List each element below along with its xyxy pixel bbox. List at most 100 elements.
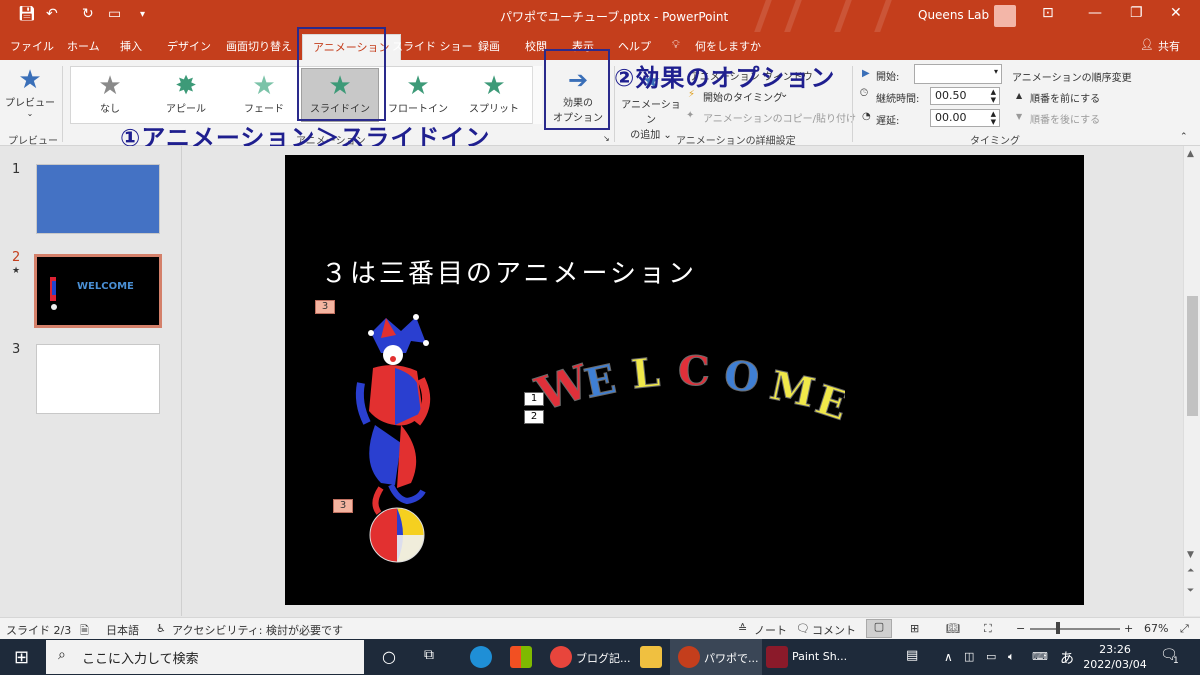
anim-fade[interactable]: ★ フェード [236, 72, 292, 115]
move-earlier-button[interactable]: 順番を前にする [1030, 90, 1100, 105]
redo-icon[interactable]: ↻ [82, 6, 94, 22]
meet-now-icon[interactable]: ◫ [964, 650, 974, 663]
scroll-down-icon[interactable]: ▼ [1187, 550, 1194, 560]
tab-slideshow[interactable]: スライド ショー [392, 38, 473, 54]
windows-taskbar: ⊞ ⌕ ここに入力して検索 ○ ⧉ ブログ記... パワポで... Paint … [0, 639, 1200, 675]
cortana-icon[interactable]: ○ [382, 647, 396, 666]
move-later-button[interactable]: 順番を後にする [1030, 111, 1100, 126]
thumbnail-slide-3[interactable] [36, 344, 160, 414]
tab-transitions[interactable]: 画面切り替え [226, 38, 292, 54]
fit-slide-icon[interactable]: ⤢ [1180, 622, 1189, 636]
thumbnail-slide-1[interactable] [36, 164, 160, 234]
customize-qat-icon[interactable]: ▾ [140, 9, 145, 20]
start-icon: ▶ [862, 68, 870, 79]
slideshow-icon[interactable]: ⛶ [984, 622, 992, 636]
duration-input[interactable]: 00.50 ▲ ▼ [930, 87, 1000, 105]
vertical-scrollbar[interactable]: ▲ ▼ ⏶ ⏷ [1183, 146, 1200, 616]
share-icon[interactable]: 👤︎ [1140, 38, 1154, 51]
normal-view-icon[interactable]: ▢ [866, 619, 892, 638]
battery-icon[interactable]: ▭ [986, 650, 996, 663]
present-icon[interactable]: ▭ [108, 6, 121, 22]
file-explorer-icon[interactable] [640, 646, 662, 668]
slide-title[interactable]: ３は三番目のアニメーション [321, 253, 697, 290]
slide-sorter-icon[interactable]: ⊞ [910, 622, 919, 635]
powerpoint-task-label[interactable]: パワポで... [704, 650, 759, 666]
task-view-icon[interactable]: ⧉ [424, 647, 434, 663]
chrome-task-label[interactable]: ブログ記... [576, 650, 631, 666]
start-select[interactable]: ▾ [914, 64, 1002, 84]
share-button[interactable]: 共有 [1158, 38, 1180, 54]
taskbar-search-box[interactable]: ⌕ ここに入力して検索 [46, 640, 364, 674]
powerpoint-icon[interactable] [678, 646, 700, 668]
anim-appear[interactable]: ✸ アピール [158, 72, 214, 115]
preview-button[interactable]: ★ プレビュー ⌄ [4, 66, 56, 118]
delay-icon: ◔ [862, 111, 871, 122]
zoom-slider[interactable] [1030, 628, 1120, 630]
tab-home[interactable]: ホーム [67, 38, 100, 54]
slide-canvas[interactable]: ３は三番目のアニメーション 3 3 1 2 WELCOME [285, 155, 1084, 605]
dialog-launcher-icon[interactable]: ↘ [603, 134, 610, 143]
store-icon[interactable] [510, 646, 532, 668]
animation-painter-button[interactable]: アニメーションのコピー/貼り付け [703, 110, 856, 125]
welcome-wordart[interactable]: WE L C O ME [525, 345, 845, 435]
animation-tag-ball[interactable]: 3 [333, 499, 353, 513]
anim-split[interactable]: ★ スプリット [466, 72, 522, 115]
news-widget-icon[interactable]: ▤ [906, 648, 918, 663]
avatar[interactable] [994, 5, 1016, 27]
collapse-ribbon-icon[interactable]: ⌃ [1180, 132, 1188, 142]
tab-design[interactable]: デザイン [167, 38, 211, 54]
animation-tag-jester[interactable]: 3 [315, 300, 335, 314]
timing-group-label: タイミング [970, 136, 1020, 147]
maximize-icon[interactable]: ❐ [1130, 5, 1143, 21]
save-icon[interactable]: 💾︎ [18, 6, 36, 22]
paintshop-icon[interactable] [766, 646, 788, 668]
edge-icon[interactable] [470, 646, 492, 668]
prev-slide-icon[interactable]: ⏶ [1187, 566, 1194, 576]
chrome-icon[interactable] [550, 646, 572, 668]
clock-icon: 🕒︎ [860, 88, 868, 99]
zoom-level[interactable]: 67% [1144, 622, 1168, 635]
paintshop-task-label[interactable]: Paint Sh... [792, 650, 847, 663]
anim-none[interactable]: ★ なし [82, 72, 138, 115]
thumb-number-2: 2 [12, 250, 21, 265]
reading-view-icon[interactable]: 📖︎ [946, 622, 960, 635]
ribbon-display-icon[interactable]: ⊡ [1042, 5, 1054, 21]
tab-file[interactable]: ファイル [10, 38, 54, 54]
notification-count: 1 [1173, 656, 1179, 666]
tab-record[interactable]: 録画 [478, 38, 500, 54]
scroll-thumb[interactable] [1187, 296, 1198, 416]
undo-icon[interactable]: ↶ [46, 6, 58, 22]
thumb2-preview: WELCOME [50, 277, 134, 310]
thumbnail-slide-2[interactable]: WELCOME [34, 254, 162, 328]
move-later-icon: ▼ [1016, 112, 1023, 121]
minimize-icon[interactable]: — [1088, 5, 1102, 21]
language-status[interactable]: 日本語 [106, 622, 139, 638]
tab-insert[interactable]: 挿入 [120, 38, 142, 54]
system-clock[interactable]: 23:26 2022/03/04 [1080, 642, 1150, 672]
zoom-in-icon[interactable]: + [1124, 622, 1133, 635]
close-icon[interactable]: ✕ [1170, 5, 1182, 21]
zoom-slider-thumb[interactable] [1056, 622, 1060, 634]
user-name[interactable]: Queens Lab [918, 8, 989, 22]
anim-float-in[interactable]: ★ フロートイン [388, 72, 448, 115]
beach-ball-image[interactable] [367, 505, 427, 565]
scroll-up-icon[interactable]: ▲ [1187, 149, 1194, 159]
ime-indicator[interactable]: あ [1060, 648, 1074, 668]
zoom-out-icon[interactable]: − [1016, 622, 1025, 635]
gallery-scroll[interactable] [532, 66, 542, 124]
svg-text:WELCOME: WELCOME [77, 281, 134, 292]
keyboard-icon[interactable]: ⌨︎ [1032, 650, 1048, 663]
volume-icon[interactable]: 🔈︎ [1008, 650, 1015, 664]
annotation-box-slide-in [297, 27, 386, 121]
delay-input[interactable]: 00.00 ▲ ▼ [930, 109, 1000, 127]
tell-me-search[interactable]: 何をしますか [695, 38, 761, 54]
notes-button[interactable]: ノート [754, 622, 787, 638]
star-fade-icon: ★ [252, 71, 276, 101]
windows-start-icon[interactable]: ⊞ [14, 647, 29, 668]
tab-help[interactable]: ヘルプ [618, 38, 651, 54]
accessibility-status[interactable]: アクセシビリティ: 検討が必要です [172, 622, 343, 638]
next-slide-icon[interactable]: ⏷ [1187, 586, 1194, 596]
accessibility-icon: ♿︎ [156, 622, 166, 635]
comments-button[interactable]: コメント [812, 622, 856, 638]
show-hidden-icon[interactable]: ∧ [944, 650, 953, 664]
